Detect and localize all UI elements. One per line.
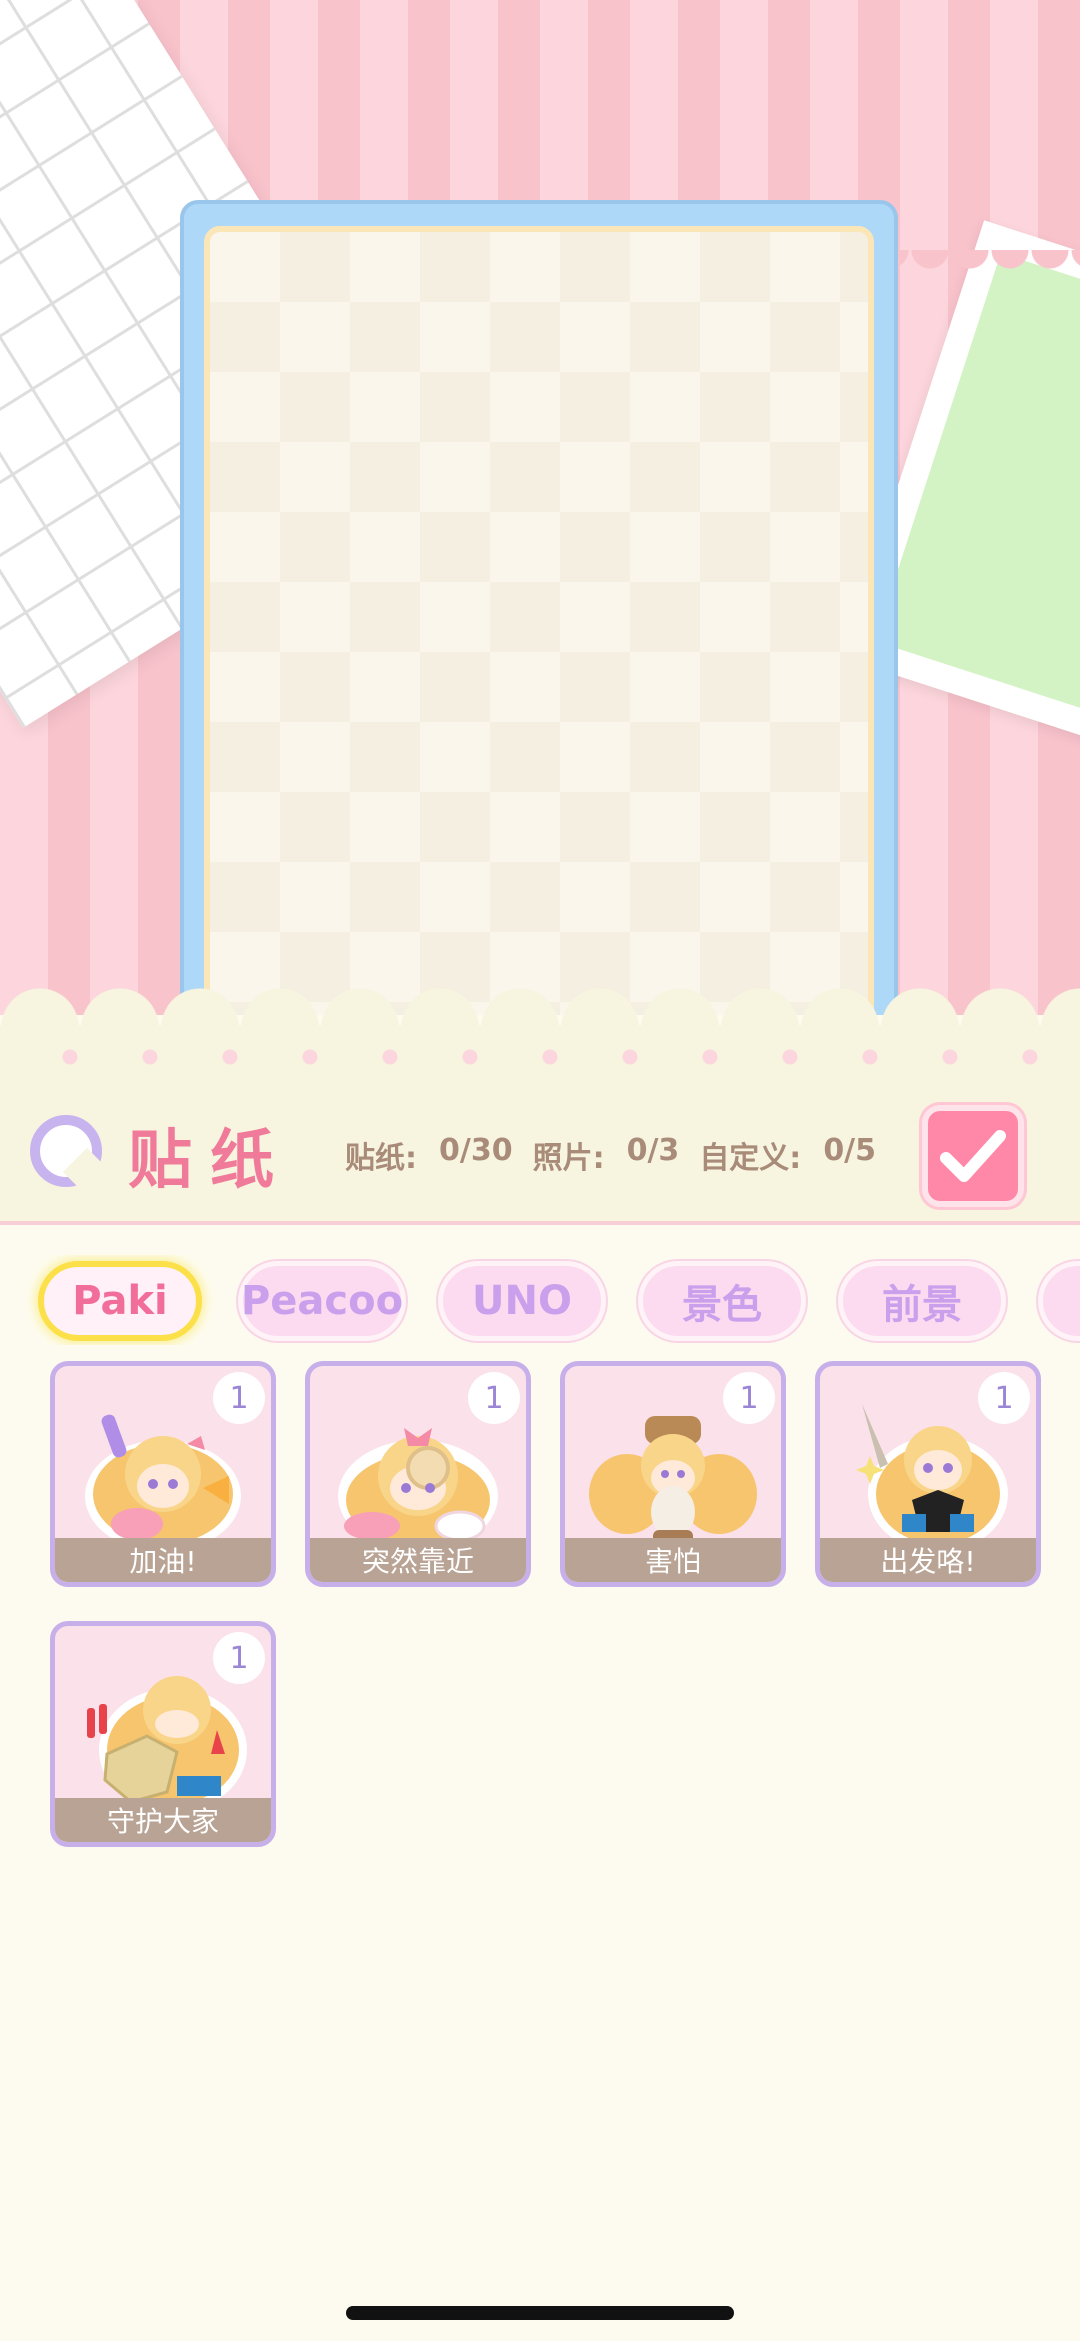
- panel-header: 贴纸 贴纸: 0/30 照片: 0/3 自定义: 0/5: [0, 1025, 1080, 1225]
- tab-uno[interactable]: UNO: [438, 1261, 606, 1341]
- scared-sticker-icon: [589, 1416, 757, 1550]
- tab-scenery[interactable]: 景色: [638, 1261, 806, 1341]
- sticker-caption: 突然靠近: [310, 1538, 526, 1582]
- count-label: 照片:: [532, 1141, 605, 1176]
- count-value: 0/3: [626, 1133, 680, 1168]
- sticker-card[interactable]: 1 守护大家: [50, 1621, 276, 1847]
- sticker-caption: 害怕: [565, 1538, 781, 1582]
- count-label: 自定义:: [699, 1141, 802, 1176]
- sticker-card[interactable]: 1 出发咯!: [815, 1361, 1041, 1587]
- home-indicator: [346, 2306, 734, 2320]
- cheer-sticker-icon: [85, 1414, 241, 1552]
- panel-title: 贴纸: [128, 1124, 292, 1198]
- quantity-badge: 1: [468, 1372, 520, 1424]
- lean-in-sticker-icon: [338, 1428, 498, 1552]
- sticker-caption: 出发咯!: [820, 1538, 1036, 1582]
- sticker-card[interactable]: 1 害怕: [560, 1361, 786, 1587]
- sticker-icon: [30, 1115, 102, 1187]
- count-label: 贴纸:: [345, 1141, 417, 1176]
- count-value: 0/5: [823, 1133, 877, 1168]
- quantity-badge: 1: [213, 1632, 265, 1684]
- tab-paki[interactable]: Paki: [38, 1261, 202, 1341]
- category-tabs: Paki Peacoo UNO 景色 前景: [0, 1255, 1080, 1345]
- tab-foreground[interactable]: 前景: [838, 1261, 1006, 1341]
- sticker-caption: 守护大家: [55, 1798, 271, 1842]
- tab-more[interactable]: [1038, 1261, 1080, 1341]
- sticker-card[interactable]: 1 加油!: [50, 1361, 276, 1587]
- sticker-card[interactable]: 1 突然靠近: [305, 1361, 531, 1587]
- dot-row-decoration: [30, 1047, 1050, 1067]
- quantity-badge: 1: [978, 1372, 1030, 1424]
- sticker-panel: 贴纸 贴纸: 0/30 照片: 0/3 自定义: 0/5 Paki Peacoo…: [0, 987, 1080, 2341]
- usage-counts: 贴纸: 0/30 照片: 0/3 自定义: 0/5: [345, 1133, 876, 1177]
- photo-count: 照片: 0/3: [533, 1133, 680, 1177]
- quantity-badge: 1: [723, 1372, 775, 1424]
- quantity-badge: 1: [213, 1372, 265, 1424]
- sticker-count: 贴纸: 0/30: [345, 1133, 513, 1177]
- checkmark-icon: [940, 1130, 1006, 1182]
- set-off-sticker-icon: [856, 1404, 1008, 1552]
- guard-sticker-icon: [87, 1676, 247, 1812]
- sticker-caption: 加油!: [55, 1538, 271, 1582]
- count-value: 0/30: [439, 1133, 513, 1168]
- confirm-button[interactable]: [922, 1105, 1024, 1207]
- tab-peacoo[interactable]: Peacoo: [238, 1261, 406, 1341]
- photo-canvas[interactable]: [204, 226, 874, 1076]
- photo-frame: [180, 200, 898, 1080]
- custom-count: 自定义: 0/5: [699, 1133, 876, 1177]
